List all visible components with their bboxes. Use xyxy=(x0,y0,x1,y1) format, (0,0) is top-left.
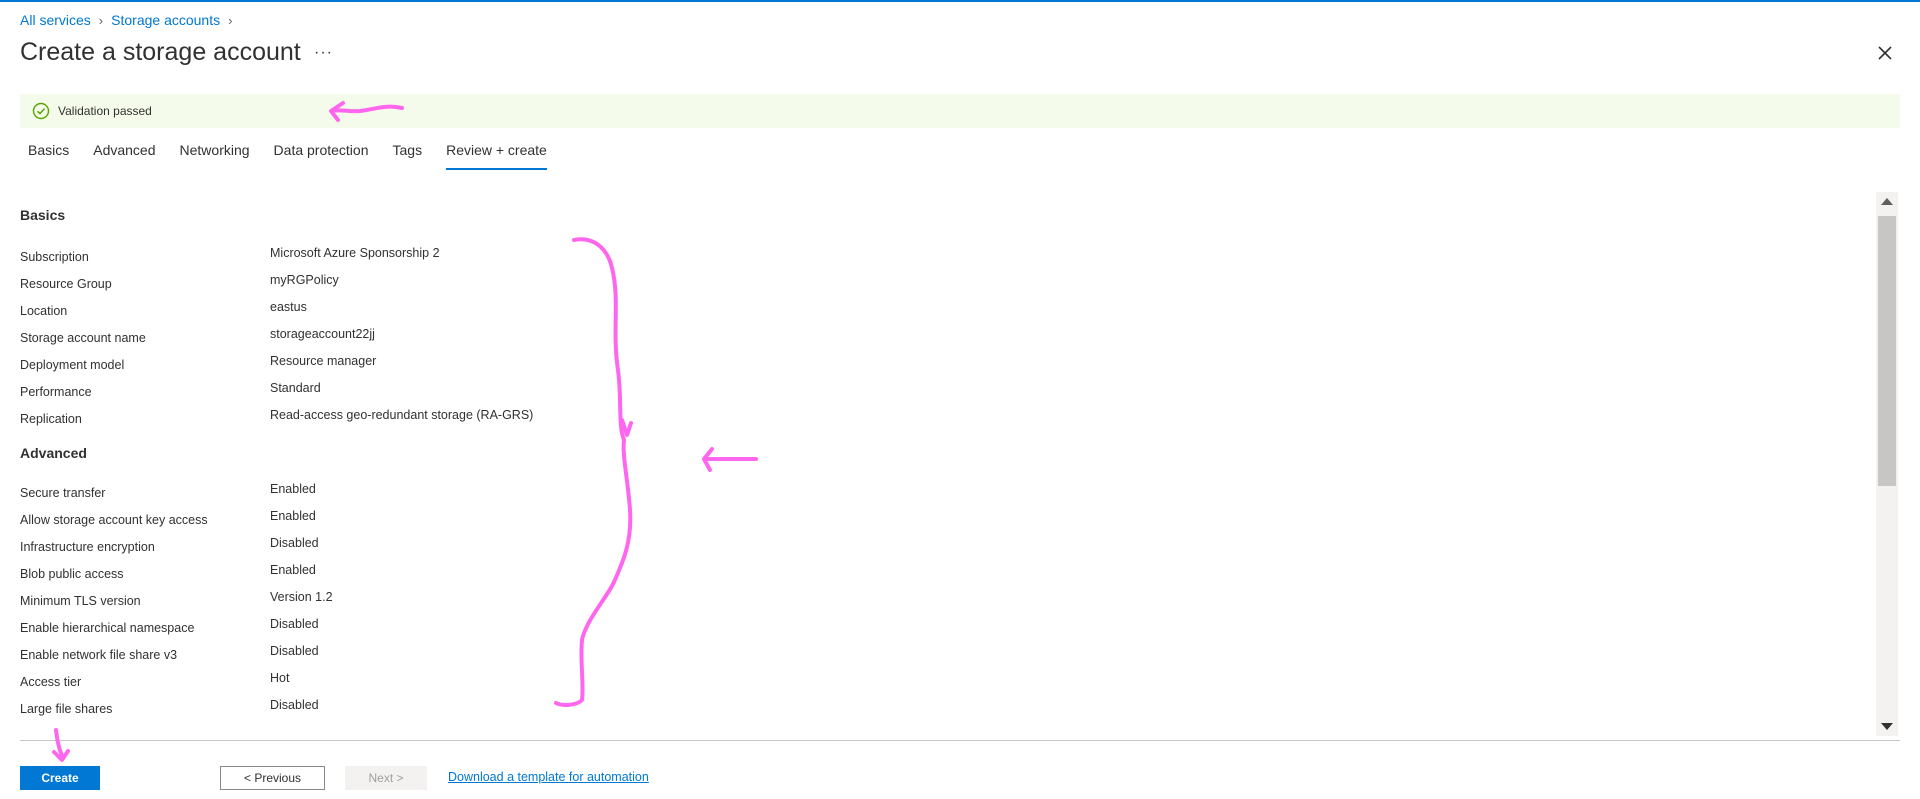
review-content: Basics Subscription Microsoft Azure Spon… xyxy=(20,190,1880,740)
top-accent-line xyxy=(0,0,1920,2)
previous-button[interactable]: < Previous xyxy=(220,766,325,790)
row-label: Performance xyxy=(20,385,92,399)
tab-tags[interactable]: Tags xyxy=(393,142,423,170)
row-value: Resource manager xyxy=(270,354,377,368)
row-value: eastus xyxy=(270,300,307,314)
scrollbar-thumb[interactable] xyxy=(1878,216,1896,486)
row-value: Disabled xyxy=(270,698,319,712)
breadcrumb: All services › Storage accounts › xyxy=(20,12,240,28)
create-button[interactable]: Create xyxy=(20,766,100,790)
tab-review-create[interactable]: Review + create xyxy=(446,142,547,170)
row-label: Minimum TLS version xyxy=(20,594,141,608)
page-title: Create a storage account xyxy=(20,38,301,66)
tab-data-protection[interactable]: Data protection xyxy=(274,142,369,170)
row-value: Disabled xyxy=(270,536,319,550)
row-label: Location xyxy=(20,304,68,318)
row-value: Standard xyxy=(270,381,321,395)
row-label: Enable hierarchical namespace xyxy=(20,621,195,635)
vertical-scrollbar[interactable] xyxy=(1876,192,1898,736)
close-icon[interactable] xyxy=(1874,42,1896,64)
tab-bar: Basics Advanced Networking Data protecti… xyxy=(28,142,571,170)
chevron-right-icon: › xyxy=(228,12,233,28)
row-label: Replication xyxy=(20,412,82,426)
row-value: Disabled xyxy=(270,644,319,658)
tab-basics[interactable]: Basics xyxy=(28,142,69,170)
row-value: Enabled xyxy=(270,482,316,496)
row-label: Access tier xyxy=(20,675,82,689)
validation-text: Validation passed xyxy=(58,104,152,118)
row-value: storageaccount22jj xyxy=(270,327,375,341)
tab-advanced[interactable]: Advanced xyxy=(93,142,155,170)
row-value: myRGPolicy xyxy=(270,273,339,287)
row-label: Large file shares xyxy=(20,702,113,716)
download-template-link[interactable]: Download a template for automation xyxy=(448,770,649,784)
row-label: Deployment model xyxy=(20,358,125,372)
tab-networking[interactable]: Networking xyxy=(180,142,250,170)
row-label: Resource Group xyxy=(20,277,112,291)
breadcrumb-storage-accounts[interactable]: Storage accounts xyxy=(111,12,220,28)
row-value: Microsoft Azure Sponsorship 2 xyxy=(270,246,440,260)
row-value: Read-access geo-redundant storage (RA-GR… xyxy=(270,408,534,422)
validation-banner: Validation passed xyxy=(20,94,1900,128)
breadcrumb-all-services[interactable]: All services xyxy=(20,12,91,28)
scroll-up-arrow-icon[interactable] xyxy=(1881,198,1893,205)
row-value: Hot xyxy=(270,671,290,685)
row-label: Subscription xyxy=(20,250,89,264)
annotation-arrowhead-create xyxy=(52,749,70,762)
row-label: Infrastructure encryption xyxy=(20,540,155,554)
row-label: Secure transfer xyxy=(20,486,106,500)
row-label: Enable network file share v3 xyxy=(20,648,178,662)
row-value: Disabled xyxy=(270,617,319,631)
row-label: Storage account name xyxy=(20,331,146,345)
row-label: Blob public access xyxy=(20,567,124,581)
scroll-down-arrow-icon[interactable] xyxy=(1881,723,1893,730)
next-button: Next > xyxy=(345,766,427,790)
row-value: Enabled xyxy=(270,563,316,577)
section-title-basics: Basics xyxy=(20,207,66,223)
row-value: Enabled xyxy=(270,509,316,523)
footer-divider xyxy=(20,740,1900,741)
section-title-advanced: Advanced xyxy=(20,445,87,461)
row-label: Allow storage account key access xyxy=(20,513,208,527)
more-options-button[interactable]: ··· xyxy=(314,44,333,62)
check-circle-icon xyxy=(32,102,50,120)
row-value: Version 1.2 xyxy=(270,590,333,604)
chevron-right-icon: › xyxy=(98,12,104,28)
